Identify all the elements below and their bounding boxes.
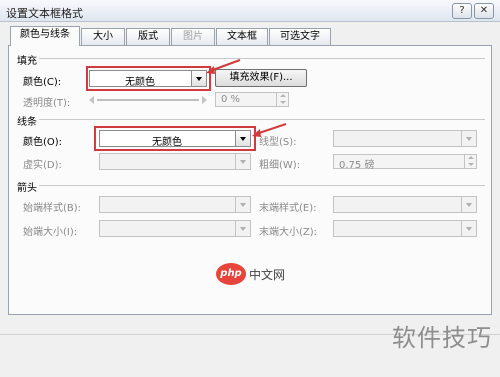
annotation-arrow-fill — [209, 59, 241, 72]
php-logo: php — [216, 263, 246, 285]
annotation-arrow-line — [255, 123, 287, 135]
brand-watermark: 软件技巧 — [392, 324, 492, 352]
annotation-arrowhead-fill — [206, 66, 215, 74]
php-watermark: php 中文网 — [216, 263, 298, 285]
format-textbox-dialog: 设置文本框格式 ? ✕ 颜色与线条 大小 版式 图片 文本框 可选文字 填充 颜… — [0, 0, 500, 377]
php-watermark-text: 中文网 — [249, 268, 286, 282]
annotation-arrowhead-line — [252, 129, 261, 137]
tab-colors-lines[interactable]: 颜色与线条 — [10, 26, 80, 46]
